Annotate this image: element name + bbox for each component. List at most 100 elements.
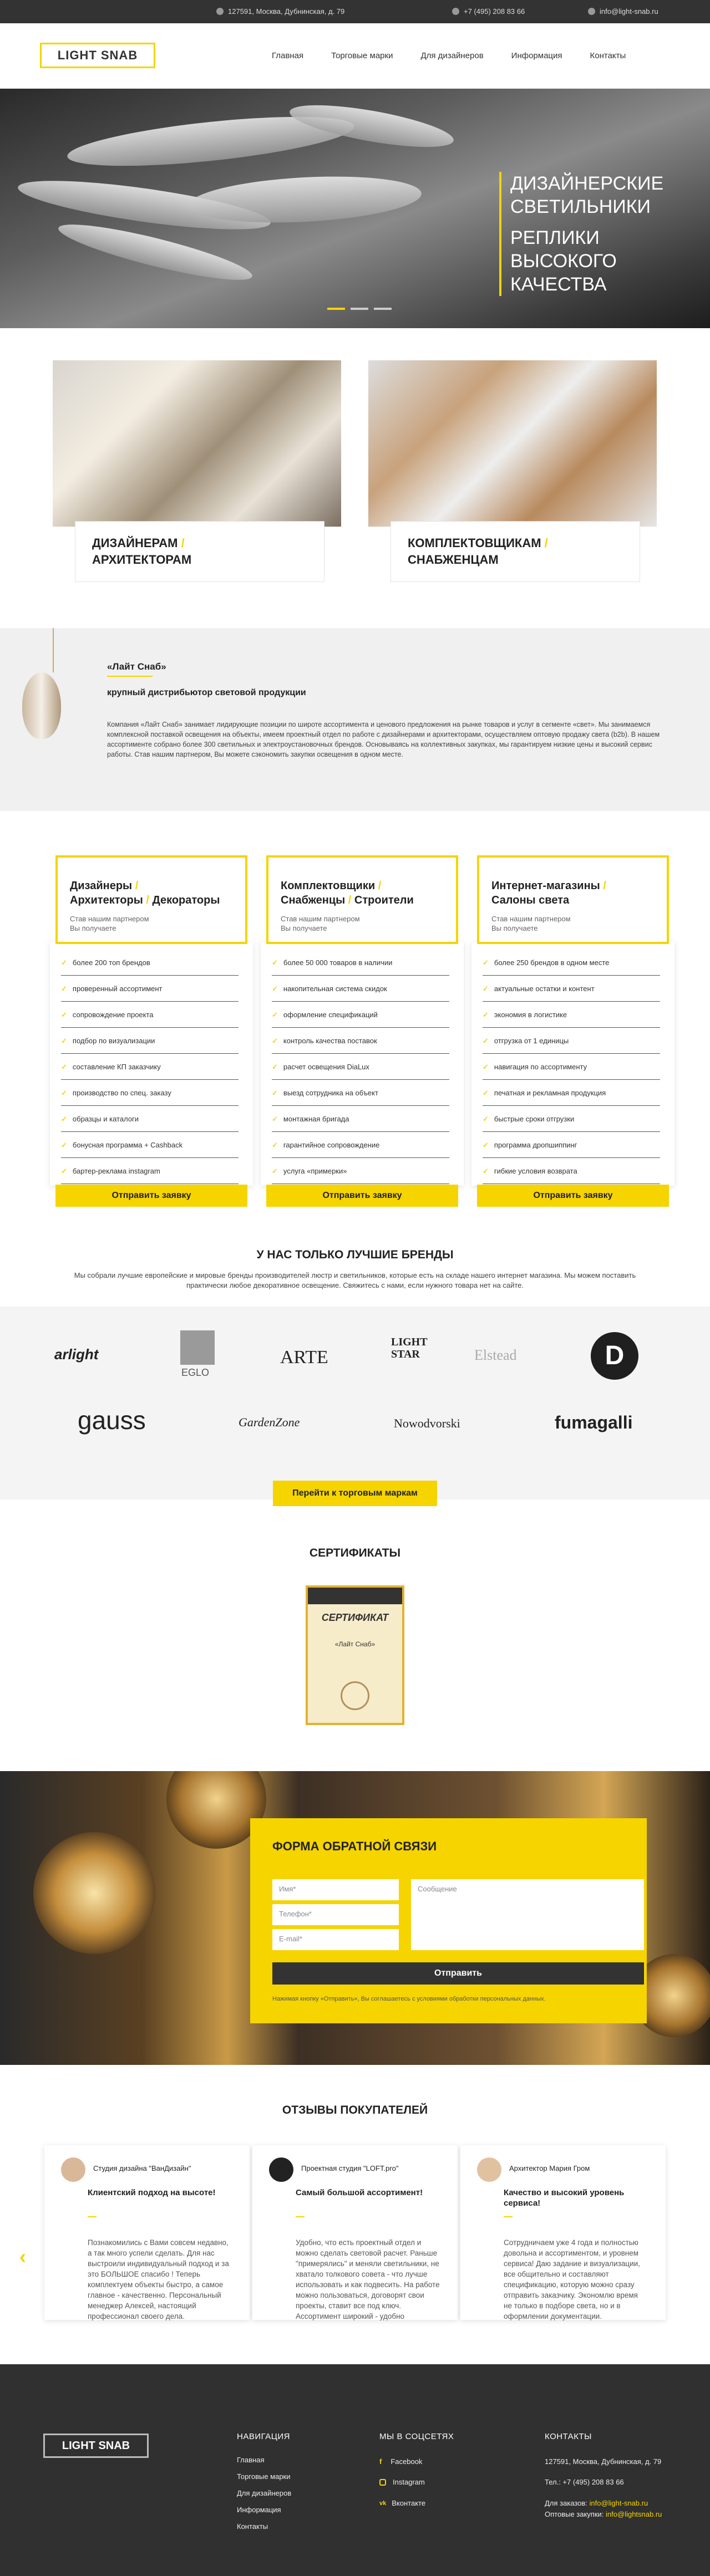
avatar xyxy=(269,2157,293,2182)
lamp-image xyxy=(22,672,61,739)
about-section: «Лайт Снаб» крупный дистрибьютор светово… xyxy=(0,628,710,811)
phone-input[interactable]: Телефон* xyxy=(272,1904,399,1925)
send-button[interactable]: Отправить xyxy=(272,1962,644,1985)
slider-dots xyxy=(327,308,392,310)
brand-logo-d[interactable]: D xyxy=(591,1332,638,1380)
review-headline: Качество и высокий уровень сервиса! xyxy=(504,2188,625,2208)
lamp-image xyxy=(33,1832,155,1954)
list-item: бонусная программа + Cashback xyxy=(61,1132,239,1158)
category-image xyxy=(53,360,341,527)
list-item: более 250 брендов в одном месте xyxy=(483,950,660,976)
list-item: навигация по ассортименту xyxy=(483,1054,660,1080)
hero-lamp-leaf xyxy=(287,96,457,156)
brand-logo-arlight[interactable]: arlight xyxy=(54,1346,98,1363)
list-item: контроль качества поставок xyxy=(272,1028,449,1054)
slider-dot[interactable] xyxy=(351,308,368,310)
footer-logo[interactable]: LIGHT SNAB xyxy=(43,2434,149,2458)
footer-nav-brands[interactable]: Торговые марки xyxy=(237,2472,291,2481)
brand-logo-gardenzone[interactable]: GardenZone xyxy=(239,1415,300,1430)
list-item: быстрые сроки отгрузки xyxy=(483,1106,660,1132)
list-item: отгрузка от 1 единицы xyxy=(483,1028,660,1054)
social-instagram[interactable]: Instagram xyxy=(379,2478,425,2486)
nav-contacts[interactable]: Контакты xyxy=(590,51,626,60)
nav-brands[interactable]: Торговые марки xyxy=(331,51,393,60)
brand-logo-lightstar[interactable]: LIGHT STAR xyxy=(391,1336,435,1360)
footer-orders: Для заказов: info@light-snab.ru xyxy=(545,2499,648,2507)
nav-designers[interactable]: Для дизайнеров xyxy=(420,51,483,60)
footer-contacts-title: КОНТАКТЫ xyxy=(545,2432,592,2441)
list-item: бартер-реклама instagram xyxy=(61,1158,239,1184)
list-item: оформление спецификаций xyxy=(272,1002,449,1028)
review-headline: Самый большой ассортимент! xyxy=(296,2188,423,2197)
certificate-header xyxy=(308,1588,402,1604)
category-designers[interactable]: ДИЗАЙНЕРАМ / АРХИТЕКТОРАМ xyxy=(53,360,341,582)
footer-address: 127591, Москва, Дубнинская, д. 79 xyxy=(545,2457,662,2466)
accent-bar xyxy=(504,2216,513,2217)
review-text: Познакомились с Вами совсем недавно, а т… xyxy=(88,2238,229,2320)
footer-nav-designers[interactable]: Для дизайнеров xyxy=(237,2489,291,2497)
brands-description: Мы собрали лучшие европейские и мировые … xyxy=(74,1271,636,1289)
send-request-button[interactable]: Отправить заявку xyxy=(55,1185,247,1207)
location-icon xyxy=(216,8,224,15)
certificate-image[interactable]: СЕРТИФИКАТ «Лайт Снаб» xyxy=(306,1585,404,1725)
footer-phone[interactable]: Тел.: +7 (495) 208 83 66 xyxy=(545,2478,624,2486)
footer-nav-info[interactable]: Информация xyxy=(237,2506,281,2514)
phone-icon xyxy=(452,8,459,15)
slider-dot[interactable] xyxy=(327,308,345,310)
social-vk[interactable]: vk Вконтакте xyxy=(379,2499,425,2507)
review-card: Проектная студия "LOFT.pro" Самый большо… xyxy=(252,2145,458,2320)
brand-logo-arte[interactable]: ARTE xyxy=(280,1347,328,1368)
list-item: сопровождение проекта xyxy=(61,1002,239,1028)
email-input[interactable]: E-mail* xyxy=(272,1929,399,1950)
category-label: КОМПЛЕКТОВЩИКАМ / СНАБЖЕНЦАМ xyxy=(390,521,640,582)
logo[interactable]: LIGHT SNAB xyxy=(40,43,155,68)
title-underline xyxy=(107,676,153,677)
brands-button[interactable]: Перейти к торговым маркам xyxy=(273,1481,437,1506)
send-request-button[interactable]: Отправить заявку xyxy=(266,1185,458,1207)
hero-caption: ДИЗАЙНЕРСКИЕ СВЕТИЛЬНИКИ РЕПЛИКИ ВЫСОКОГ… xyxy=(499,172,663,296)
category-label: ДИЗАЙНЕРАМ / АРХИТЕКТОРАМ xyxy=(75,521,324,582)
benefits-list: более 50 000 товаров в наличии накопител… xyxy=(272,950,449,1184)
footer-nav-contacts[interactable]: Контакты xyxy=(237,2522,268,2531)
send-request-button[interactable]: Отправить заявку xyxy=(477,1185,669,1207)
list-item: монтажная бригада xyxy=(272,1106,449,1132)
list-item: подбор по визуализации xyxy=(61,1028,239,1054)
footer: LIGHT SNAB НАВИГАЦИЯ Главная Торговые ма… xyxy=(0,2364,710,2576)
feedback-section: ФОРМА ОБРАТНОЙ СВЯЗИ Имя* Телефон* E-mai… xyxy=(0,1771,710,2065)
nav-info[interactable]: Информация xyxy=(511,51,562,60)
review-text: Удобно, что есть проектный отдел и можно… xyxy=(296,2238,440,2320)
name-input[interactable]: Имя* xyxy=(272,1879,399,1900)
footer-nav-home[interactable]: Главная xyxy=(237,2456,264,2464)
avatar xyxy=(61,2157,85,2182)
facebook-icon: f xyxy=(379,2457,382,2466)
nav-home[interactable]: Главная xyxy=(272,51,303,60)
hero-slider: ДИЗАЙНЕРСКИЕ СВЕТИЛЬНИКИ РЕПЛИКИ ВЫСОКОГ… xyxy=(0,89,710,328)
column-title: Дизайнеры / Архитекторы / Декораторы Став … xyxy=(55,855,247,944)
list-item: образцы и каталоги xyxy=(61,1106,239,1132)
brand-logo-eglo[interactable]: EGLO xyxy=(181,1367,209,1379)
message-input[interactable]: Сообщение xyxy=(411,1879,644,1950)
list-item: печатная и рекламная продукция xyxy=(483,1080,660,1106)
feedback-form: ФОРМА ОБРАТНОЙ СВЯЗИ Имя* Телефон* E-mai… xyxy=(250,1818,647,2023)
brand-logo-nowodvorski[interactable]: Nowodvorski xyxy=(394,1416,460,1431)
social-facebook[interactable]: f Facebook xyxy=(379,2457,422,2466)
category-suppliers[interactable]: КОМПЛЕКТОВЩИКАМ / СНАБЖЕНЦАМ xyxy=(368,360,657,582)
brand-logo-elstead[interactable]: Elstead xyxy=(474,1347,517,1364)
brand-logo-fumagalli[interactable]: fumagalli xyxy=(555,1412,632,1433)
slider-dot[interactable] xyxy=(374,308,392,310)
certificates-title: СЕРТИФИКАТЫ xyxy=(309,1547,401,1559)
avatar xyxy=(477,2157,501,2182)
email[interactable]: info@light-snab.ru xyxy=(588,7,658,16)
benefits-list: более 200 топ брендов проверенный ассорт… xyxy=(61,950,239,1184)
phone[interactable]: +7 (495) 208 83 66 xyxy=(452,7,525,16)
chevron-left-icon[interactable]: ‹ xyxy=(19,2245,26,2268)
instagram-icon xyxy=(379,2478,386,2486)
column-title: Интернет-магазины / Салоны света Став наши… xyxy=(477,855,669,944)
brand-logo-eglo-mark[interactable] xyxy=(180,1330,215,1365)
lamp-cord xyxy=(53,628,54,672)
brand-logo-gauss[interactable]: gauss xyxy=(78,1405,146,1435)
review-card: Архитектор Мария Гром Качество и высокий… xyxy=(460,2145,666,2320)
accent-bar xyxy=(88,2216,97,2217)
review-text: Сотрудничаем уже 4 года и полностью дово… xyxy=(504,2238,640,2320)
about-text: Компания «Лайт Снаб» занимает лидирующие… xyxy=(107,721,660,758)
